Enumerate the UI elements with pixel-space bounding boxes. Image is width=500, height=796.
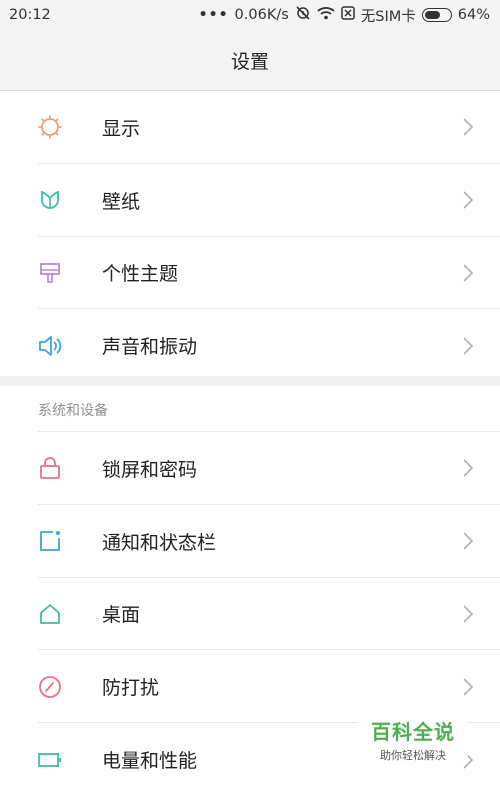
- battery-percent: 64%: [457, 7, 490, 23]
- settings-item-wallpaper[interactable]: 壁纸: [0, 164, 500, 237]
- chevron-right-icon: [463, 191, 474, 209]
- home-icon: [36, 600, 64, 628]
- battery-icon: [36, 746, 64, 774]
- alarm-off-icon: [295, 5, 311, 25]
- watermark-subtitle: 助你轻松解决: [380, 749, 446, 762]
- wallpaper-icon: [36, 186, 64, 214]
- brightness-icon: [36, 113, 64, 141]
- chevron-right-icon: [463, 118, 474, 136]
- lock-icon: [36, 454, 64, 482]
- settings-item-label: 显示: [102, 117, 141, 140]
- status-time: 20:12: [9, 7, 51, 23]
- settings-item-display[interactable]: 显示: [0, 91, 500, 164]
- chevron-right-icon: [463, 532, 474, 550]
- page-title: 设置: [230, 50, 269, 73]
- chevron-right-icon: [463, 459, 474, 477]
- settings-item-home-screen[interactable]: 桌面: [0, 578, 500, 651]
- chevron-right-icon: [463, 605, 474, 623]
- section-title-system: 系统和设备: [38, 403, 108, 419]
- settings-item-notifications[interactable]: 通知和状态栏: [0, 505, 500, 578]
- watermark-logo: 百科全说 助你轻松解决: [358, 716, 468, 763]
- settings-item-label: 锁屏和密码: [102, 458, 198, 481]
- settings-item-label: 声音和振动: [102, 336, 198, 359]
- status-indicators: ••• 0.06K/s 无SIM卡 64%: [199, 5, 490, 26]
- chevron-right-icon: [463, 264, 474, 282]
- settings-item-label: 桌面: [102, 604, 141, 627]
- status-bar: 20:12 ••• 0.06K/s 无SIM卡 64%: [0, 0, 500, 30]
- notification-icon: [36, 527, 64, 555]
- watermark-title: 百科全说: [371, 720, 455, 744]
- do-not-disturb-icon: [36, 673, 64, 701]
- wifi-icon: [317, 6, 335, 24]
- theme-brush-icon: [36, 259, 64, 287]
- settings-item-label: 个性主题: [102, 263, 179, 286]
- settings-item-label: 防打扰: [102, 677, 160, 700]
- section-divider: [0, 376, 500, 386]
- settings-item-do-not-disturb[interactable]: 防打扰: [0, 650, 500, 723]
- settings-group-personal: 显示 壁纸 个性主题 声音和振动: [0, 91, 500, 382]
- settings-item-label: 通知和状态栏: [102, 531, 217, 554]
- no-sim-icon: [341, 6, 355, 24]
- settings-item-sound[interactable]: 声音和振动: [0, 309, 500, 382]
- sim-status: 无SIM卡: [360, 8, 416, 25]
- settings-item-label: 电量和性能: [102, 750, 198, 773]
- chevron-right-icon: [463, 337, 474, 355]
- network-speed: 0.06K/s: [234, 7, 289, 23]
- more-notifications-icon: •••: [198, 7, 229, 23]
- settings-item-lock-screen[interactable]: 锁屏和密码: [0, 432, 500, 505]
- settings-item-label: 壁纸: [102, 190, 141, 213]
- chevron-right-icon: [463, 678, 474, 696]
- page-header: 设置: [0, 30, 500, 91]
- battery-indicator-icon: [421, 8, 452, 22]
- settings-item-theme[interactable]: 个性主题: [0, 237, 500, 310]
- speaker-icon: [36, 332, 64, 360]
